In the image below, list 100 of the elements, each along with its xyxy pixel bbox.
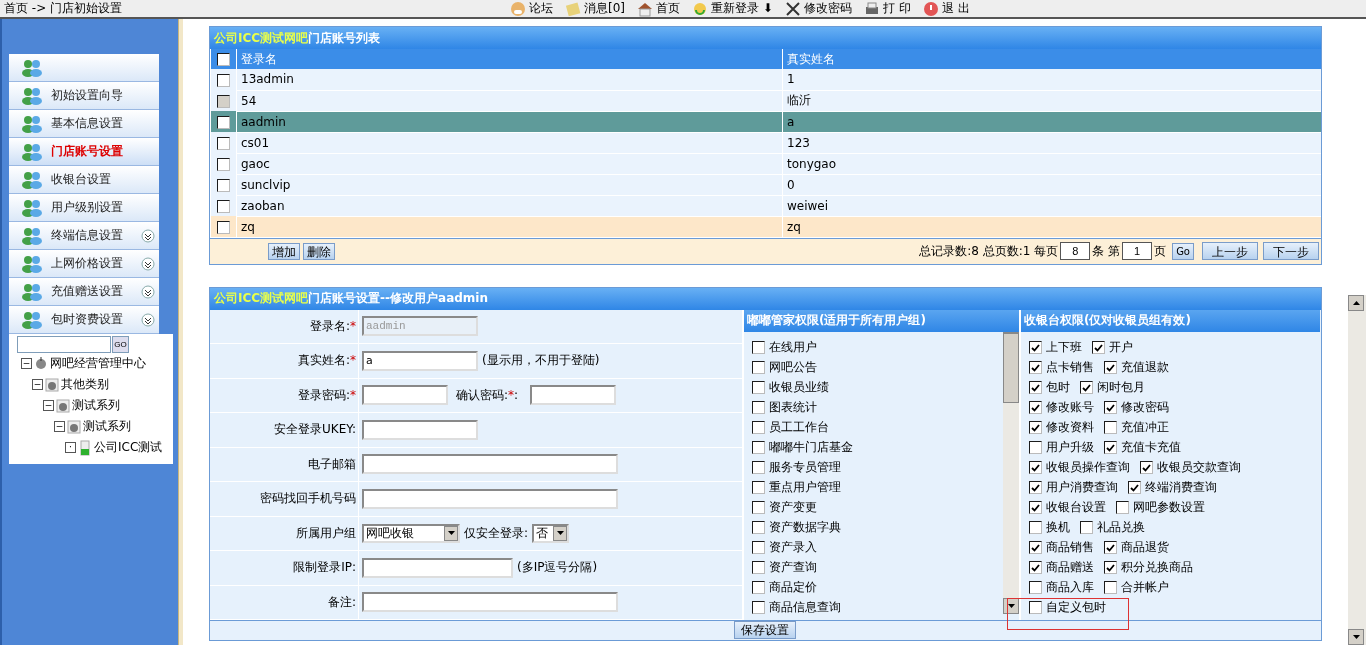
toolbar-link[interactable]: 修改密码: [784, 0, 852, 17]
sidebar-item[interactable]: 包时资费设置: [9, 306, 159, 334]
tree-item[interactable]: 测试系列: [72, 397, 120, 414]
search-field[interactable]: [17, 336, 111, 353]
checkbox[interactable]: [216, 157, 230, 171]
tree-item[interactable]: 网吧经营管理中心: [50, 355, 146, 372]
save-button[interactable]: 保存设置: [734, 621, 796, 639]
input-field[interactable]: a: [362, 350, 478, 371]
sidebar-item[interactable]: 终端信息设置: [9, 222, 159, 250]
checkbox[interactable]: [1128, 481, 1141, 494]
table-row[interactable]: gaoc tonygao: [210, 153, 1321, 174]
next-button[interactable]: 下一步: [1263, 242, 1319, 260]
scrollbar[interactable]: [1003, 331, 1019, 614]
input-field[interactable]: [362, 419, 478, 440]
checkbox[interactable]: [1029, 341, 1042, 354]
go-button[interactable]: Go: [1172, 242, 1194, 260]
checkbox[interactable]: [1104, 421, 1117, 434]
sidebar-item[interactable]: 用户级别设置: [9, 194, 159, 222]
checkbox[interactable]: [1029, 421, 1042, 434]
checkbox[interactable]: [752, 601, 765, 614]
sidebar-item[interactable]: 基本信息设置: [9, 110, 159, 138]
tree-item[interactable]: 测试系列: [83, 418, 131, 435]
toolbar-link[interactable]: 退 出: [922, 0, 970, 17]
checkbox[interactable]: [1029, 581, 1042, 594]
checkbox[interactable]: [216, 136, 230, 150]
checkbox[interactable]: [752, 461, 765, 474]
checkbox[interactable]: [216, 199, 230, 213]
page-number-field[interactable]: 1: [1122, 242, 1153, 260]
checkbox[interactable]: [1080, 521, 1093, 534]
checkbox[interactable]: [216, 220, 230, 234]
checkbox[interactable]: [752, 581, 765, 594]
checkbox[interactable]: [1080, 381, 1093, 394]
checkbox[interactable]: [1029, 361, 1042, 374]
password-field[interactable]: [530, 385, 617, 406]
checkbox[interactable]: [1092, 341, 1105, 354]
checkbox[interactable]: [752, 541, 765, 554]
checkbox[interactable]: [1029, 501, 1042, 514]
toolbar-link[interactable]: 打 印: [863, 0, 911, 17]
toolbar-link[interactable]: 论坛: [510, 0, 553, 17]
table-row[interactable]: 13admin 1: [210, 69, 1321, 90]
page-size-field[interactable]: 8: [1060, 242, 1091, 260]
secure-select[interactable]: 否: [532, 523, 570, 543]
checkbox[interactable]: [1104, 441, 1117, 454]
checkbox[interactable]: [1104, 581, 1117, 594]
tree-toggle[interactable]: ·: [65, 442, 76, 453]
go-button[interactable]: GO: [112, 336, 129, 353]
checkbox[interactable]: [1029, 461, 1042, 474]
checkbox[interactable]: [752, 421, 765, 434]
table-row[interactable]: cs01 123: [210, 132, 1321, 153]
checkbox[interactable]: [1104, 401, 1117, 414]
expand-icon[interactable]: [141, 257, 155, 271]
expand-icon[interactable]: [141, 229, 155, 243]
sidebar-item[interactable]: 收银台设置: [9, 166, 159, 194]
checkbox[interactable]: [752, 341, 765, 354]
table-row[interactable]: zaoban weiwei: [210, 195, 1321, 216]
password-field[interactable]: [362, 385, 448, 406]
tree-item[interactable]: 公司ICC测试: [94, 439, 163, 456]
checkbox[interactable]: [752, 521, 765, 534]
checkbox[interactable]: [1029, 541, 1042, 554]
checkbox[interactable]: [1029, 521, 1042, 534]
checkbox[interactable]: [1029, 381, 1042, 394]
checkbox[interactable]: [216, 115, 230, 129]
checkbox[interactable]: [1104, 361, 1117, 374]
checkbox[interactable]: [752, 361, 765, 374]
toolbar-link[interactable]: 消息[0]: [565, 0, 625, 17]
checkbox[interactable]: [1029, 601, 1042, 614]
checkbox[interactable]: [216, 53, 230, 66]
sidebar-item[interactable]: 充值赠送设置: [9, 278, 159, 306]
tree-toggle[interactable]: −: [54, 421, 65, 432]
input-field[interactable]: [362, 454, 618, 475]
checkbox[interactable]: [752, 561, 765, 574]
tree-toggle[interactable]: −: [21, 358, 32, 369]
expand-icon[interactable]: [141, 313, 155, 327]
action-button[interactable]: 删除: [303, 242, 335, 260]
tree-toggle[interactable]: −: [43, 400, 54, 411]
checkbox[interactable]: [752, 481, 765, 494]
checkbox[interactable]: [1029, 561, 1042, 574]
checkbox[interactable]: [752, 501, 765, 514]
table-row[interactable]: aadmin a: [210, 111, 1321, 132]
sidebar-item[interactable]: 上网价格设置: [9, 250, 159, 278]
input-field[interactable]: [362, 592, 618, 613]
sidebar-item[interactable]: 门店账号设置: [9, 138, 159, 166]
input-field[interactable]: [362, 557, 513, 578]
checkbox[interactable]: [1104, 541, 1117, 554]
action-button[interactable]: 增加: [268, 242, 300, 260]
tree-toggle[interactable]: −: [32, 379, 43, 390]
input-field[interactable]: [362, 488, 618, 509]
checkbox[interactable]: [216, 178, 230, 192]
checkbox[interactable]: [1029, 481, 1042, 494]
checkbox[interactable]: [752, 381, 765, 394]
tree-item[interactable]: 其他类别: [61, 376, 109, 393]
toolbar-link[interactable]: 重新登录 ⬇: [692, 0, 773, 17]
checkbox[interactable]: [1029, 441, 1042, 454]
group-select[interactable]: 网吧收银: [362, 523, 460, 543]
toolbar-link[interactable]: 首页: [637, 0, 680, 17]
checkbox[interactable]: [1029, 401, 1042, 414]
checkbox[interactable]: [752, 441, 765, 454]
expand-icon[interactable]: [141, 285, 155, 299]
checkbox[interactable]: [1116, 501, 1129, 514]
table-row[interactable]: sunclvip 0: [210, 174, 1321, 195]
